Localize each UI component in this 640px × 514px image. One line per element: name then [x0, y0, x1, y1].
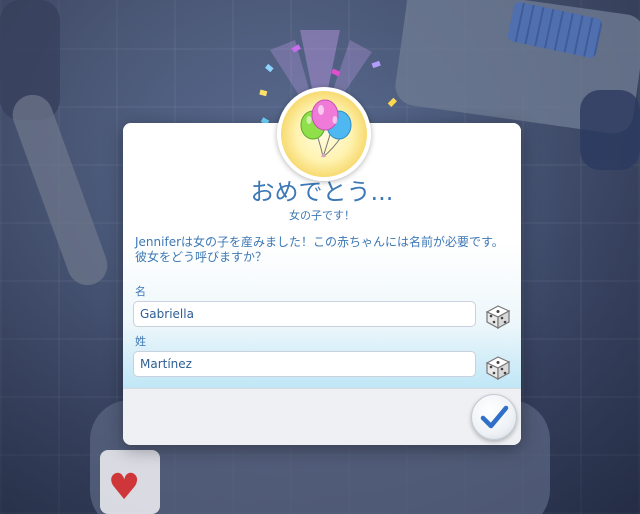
confirm-button[interactable] [471, 394, 517, 440]
first-name-label: 名 [135, 285, 146, 298]
randomize-first-name-button[interactable] [483, 301, 513, 331]
balloons-icon [300, 99, 352, 158]
first-name-field[interactable] [133, 301, 476, 327]
dice-icon [485, 305, 511, 330]
health-card-icon: ♥ [100, 450, 160, 514]
dialog-footer [123, 388, 521, 445]
dialog-message: Jenniferは女の子を産みました！この赤ちゃんには名前が必要です。彼女をどう… [135, 235, 504, 264]
checkmark-icon [480, 405, 509, 429]
celebration-badge [277, 87, 371, 181]
randomize-last-name-button[interactable] [483, 352, 513, 382]
dialog-subtitle: 女の子です！ [289, 209, 355, 222]
last-name-label: 姓 [135, 335, 146, 348]
last-name-field[interactable] [133, 351, 476, 377]
dice-icon [485, 356, 511, 381]
